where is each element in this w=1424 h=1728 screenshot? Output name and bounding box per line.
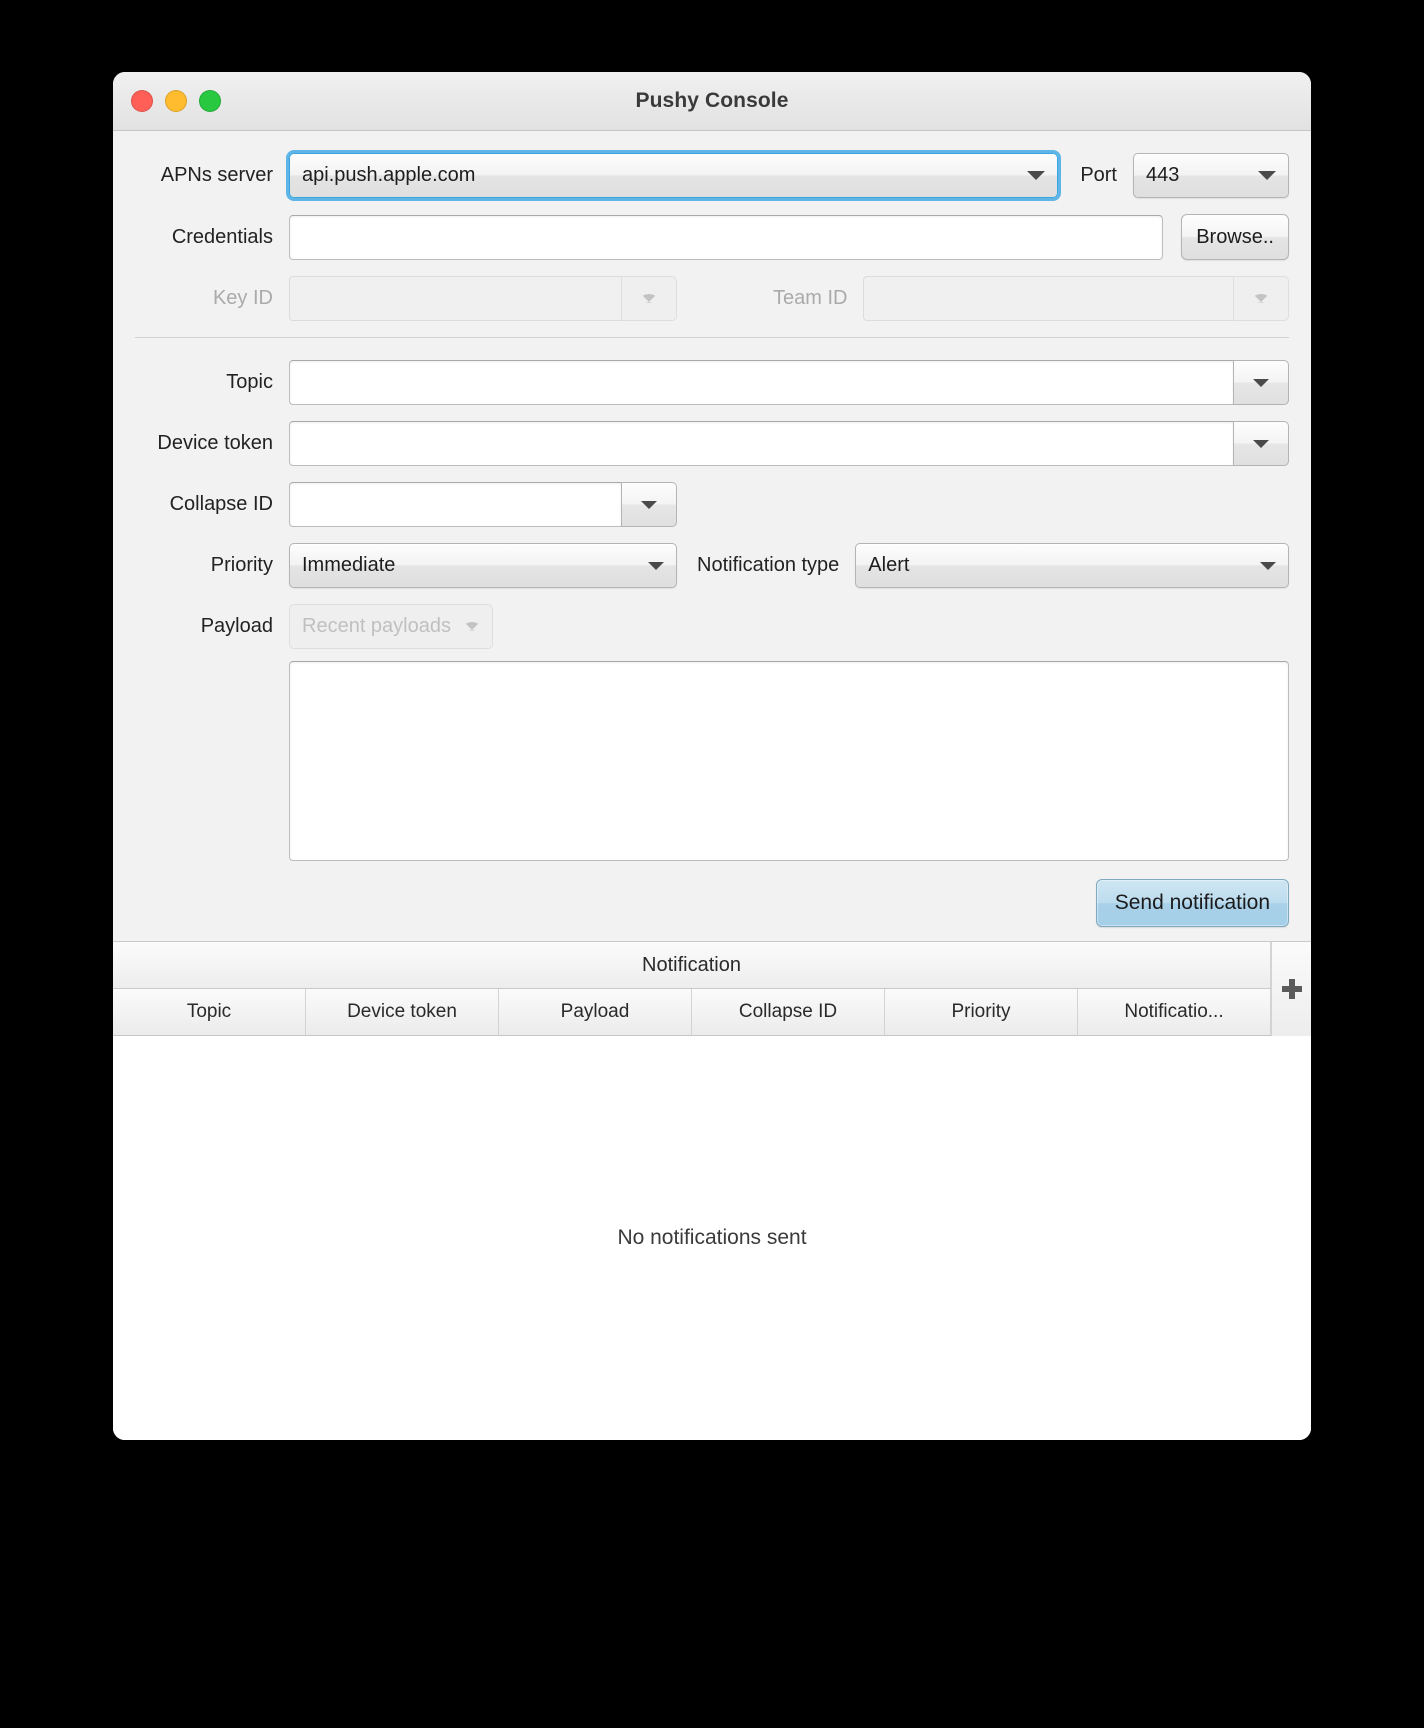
device-token-combobox[interactable] xyxy=(289,421,1289,466)
priority-combobox[interactable]: Immediate xyxy=(289,543,677,588)
topic-label: Topic xyxy=(226,371,273,393)
table-column-header-notification-type[interactable]: Notificatio... xyxy=(1078,989,1271,1035)
device-token-input[interactable] xyxy=(289,421,1233,466)
apns-server-combobox[interactable]: api.push.apple.com xyxy=(289,153,1059,198)
recent-payloads-combobox[interactable]: Recent payloads xyxy=(289,604,493,649)
chevron-down-icon xyxy=(1253,378,1269,387)
key-id-label: Key ID xyxy=(212,287,273,309)
topic-row: Topic xyxy=(135,360,1289,405)
team-id-combobox[interactable] xyxy=(863,276,1289,321)
chevron-down-icon xyxy=(1027,171,1046,180)
notification-type-label: Notification type xyxy=(697,554,840,576)
apns-server-row: APNs server api.push.apple.com Port 443 xyxy=(135,153,1289,198)
table-column-header-collapse-id[interactable]: Collapse ID xyxy=(692,989,885,1035)
app-window: Pushy Console APNs server api.push.apple… xyxy=(113,72,1311,1440)
empty-state-message: No notifications sent xyxy=(617,1226,807,1249)
chevron-down-icon xyxy=(464,622,480,631)
port-value: 443 xyxy=(1146,164,1180,186)
maximize-window-button[interactable] xyxy=(199,90,221,112)
window-titlebar: Pushy Console xyxy=(113,72,1311,131)
table-column-header-payload[interactable]: Payload xyxy=(499,989,692,1035)
send-notification-button[interactable]: Send notification xyxy=(1095,879,1289,927)
plus-icon xyxy=(1281,979,1302,999)
table-column-header-priority[interactable]: Priority xyxy=(885,989,1078,1035)
recent-payloads-value: Recent payloads xyxy=(302,615,451,637)
topic-dropdown-button[interactable] xyxy=(1233,360,1289,405)
apns-server-label: APNs server xyxy=(160,164,273,186)
priority-value: Immediate xyxy=(302,554,396,576)
key-id-value xyxy=(289,276,621,321)
collapse-id-input[interactable] xyxy=(289,482,621,527)
traffic-light-group xyxy=(131,90,221,112)
key-id-dropdown-button[interactable] xyxy=(621,276,677,321)
device-token-label: Device token xyxy=(157,432,273,454)
team-id-value xyxy=(863,276,1233,321)
browse-button[interactable]: Browse.. xyxy=(1181,214,1289,260)
window-title: Pushy Console xyxy=(635,89,789,112)
notification-type-value: Alert xyxy=(868,554,910,576)
chevron-down-icon xyxy=(641,294,657,303)
table-column-header-device-token[interactable]: Device token xyxy=(306,989,499,1035)
minimize-window-button[interactable] xyxy=(165,90,187,112)
notification-type-combobox[interactable]: Alert xyxy=(855,543,1289,588)
section-divider xyxy=(135,337,1289,338)
collapse-id-label: Collapse ID xyxy=(169,493,273,515)
table-header-row: Topic Device token Payload Collapse ID P… xyxy=(113,942,1311,1036)
team-id-label: Team ID xyxy=(773,287,848,309)
priority-label: Priority xyxy=(210,554,273,576)
port-label: Port xyxy=(1080,164,1117,186)
chevron-down-icon xyxy=(1253,439,1269,448)
key-id-combobox[interactable] xyxy=(289,276,677,321)
topic-combobox[interactable] xyxy=(289,360,1289,405)
collapse-id-dropdown-button[interactable] xyxy=(621,482,677,527)
topic-input[interactable] xyxy=(289,360,1233,405)
team-id-dropdown-button[interactable] xyxy=(1233,276,1289,321)
chevron-down-icon xyxy=(1258,171,1276,180)
port-combobox[interactable]: 443 xyxy=(1133,153,1289,198)
apns-server-value: api.push.apple.com xyxy=(302,164,476,186)
notifications-table: Notification Topic Device token Payload … xyxy=(113,941,1311,1440)
collapse-id-row: Collapse ID xyxy=(135,482,1289,527)
payload-row: Payload Recent payloads xyxy=(135,604,1289,649)
credentials-label: Credentials xyxy=(171,225,273,248)
payload-textarea[interactable] xyxy=(289,661,1289,861)
table-group-header-notification: Notification xyxy=(113,942,1271,988)
payload-label: Payload xyxy=(200,615,273,637)
payload-editor-row xyxy=(135,661,1289,861)
credentials-row: Credentials Browse.. xyxy=(135,214,1289,260)
notification-form: APNs server api.push.apple.com Port 443 … xyxy=(113,131,1311,941)
collapse-id-combobox[interactable] xyxy=(289,482,677,527)
table-column-header-topic[interactable]: Topic xyxy=(113,989,306,1035)
device-token-dropdown-button[interactable] xyxy=(1233,421,1289,466)
add-column-button-overlay[interactable] xyxy=(1271,942,1311,1036)
chevron-down-icon xyxy=(648,561,664,570)
chevron-down-icon xyxy=(1253,294,1269,303)
priority-row: Priority Immediate Notification type Ale… xyxy=(135,543,1289,588)
table-body: No notifications sent xyxy=(113,1036,1311,1440)
credentials-input[interactable] xyxy=(289,214,1164,260)
key-team-row: Key ID Team ID xyxy=(135,276,1289,321)
close-window-button[interactable] xyxy=(131,90,153,112)
device-token-row: Device token xyxy=(135,421,1289,466)
chevron-down-icon xyxy=(641,500,657,509)
table-group-header-row: Notification xyxy=(113,942,1311,989)
chevron-down-icon xyxy=(1260,561,1276,570)
send-row: Send notification xyxy=(135,879,1289,927)
